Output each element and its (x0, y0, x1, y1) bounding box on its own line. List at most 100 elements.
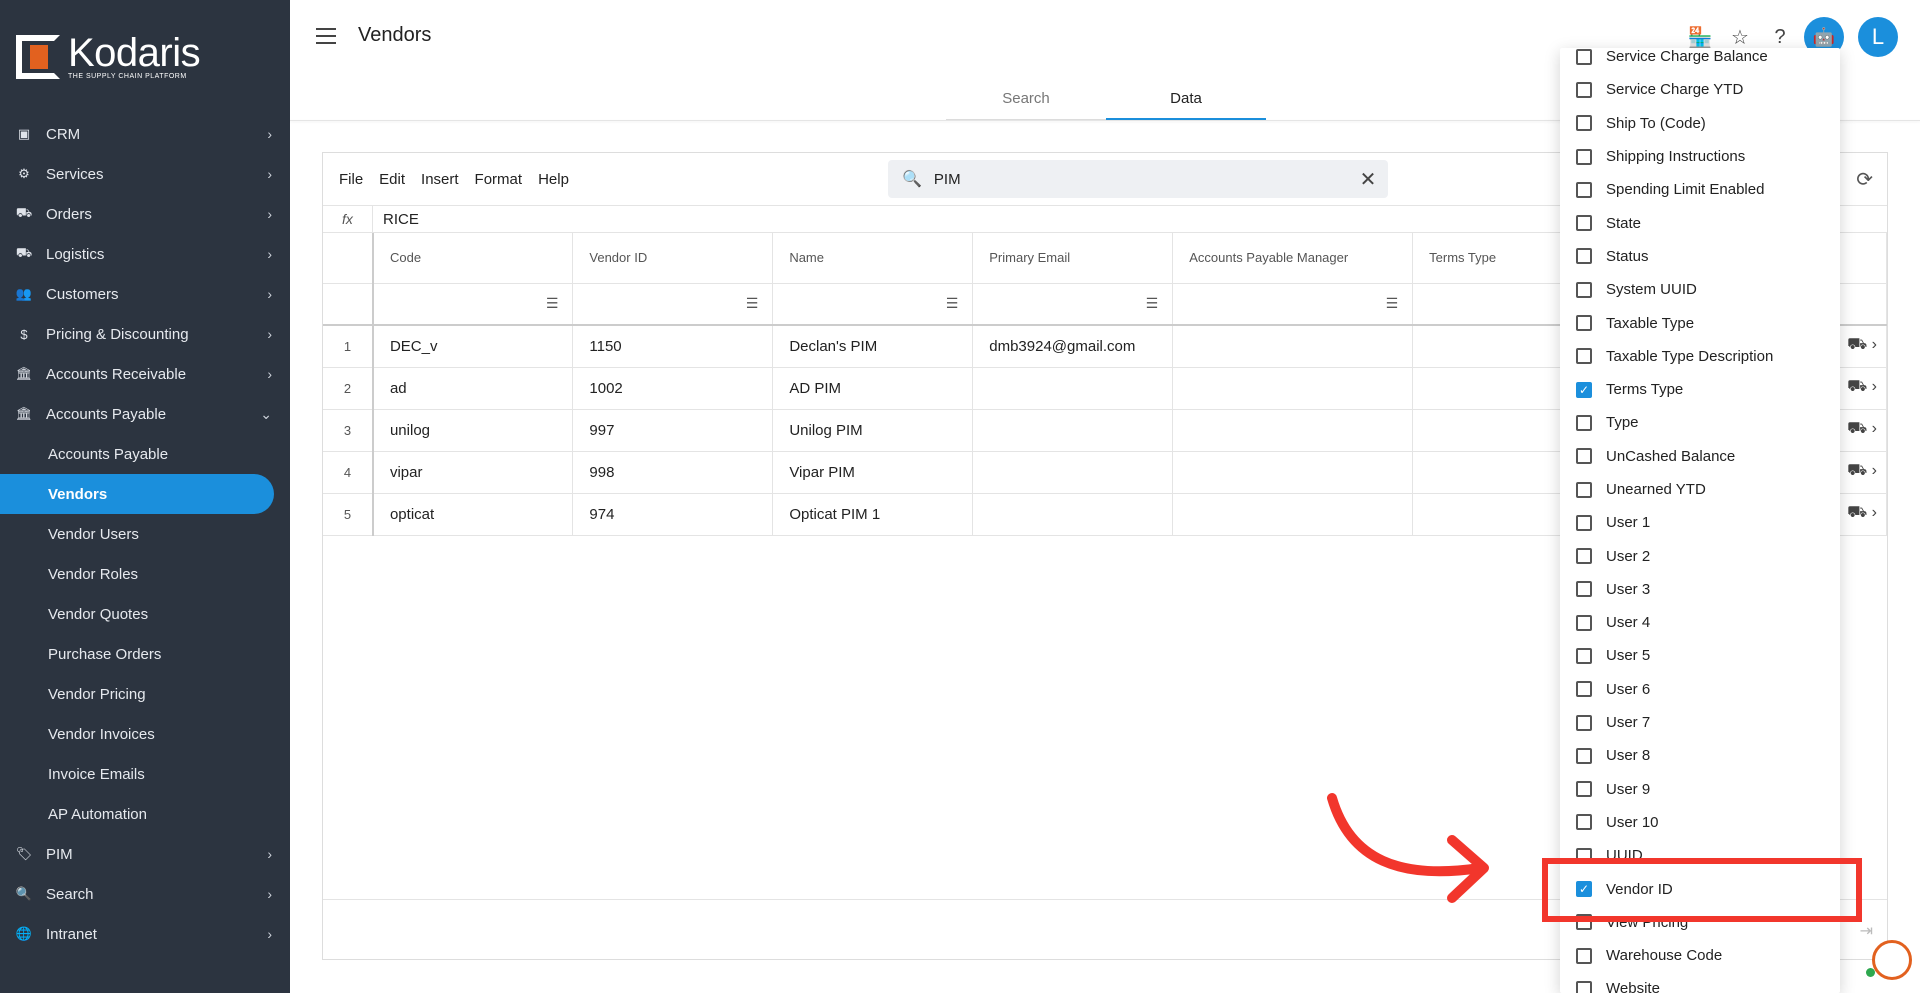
column-option[interactable]: Service Charge Balance (1560, 48, 1840, 73)
filter-cell[interactable]: ☰ (972, 283, 1174, 326)
column-option[interactable]: Taxable Type (1560, 306, 1840, 339)
cell-ap-manager[interactable] (1172, 493, 1414, 536)
checkbox[interactable] (1576, 148, 1592, 165)
column-option[interactable]: User 9 (1560, 773, 1840, 806)
cell-code[interactable]: ad (372, 367, 574, 410)
chevron-right-icon[interactable]: › (1872, 420, 1877, 438)
checkbox[interactable] (1576, 315, 1592, 332)
filter-cell[interactable]: ☰ (572, 283, 774, 326)
sidebar-item-pim[interactable]: 🏷 PIM › (0, 834, 290, 874)
cell-name[interactable]: Unilog PIM (772, 409, 974, 452)
chevron-right-icon[interactable]: › (1872, 378, 1877, 396)
sidebar-item-orders[interactable]: ⛟ Orders › (0, 194, 290, 234)
filter-cell[interactable]: ☰ (1172, 283, 1414, 326)
filter-icon[interactable]: ☰ (946, 295, 959, 311)
cell-name[interactable]: AD PIM (772, 367, 974, 410)
cell-code[interactable]: unilog (372, 409, 574, 452)
sidebar-item-intranet[interactable]: 🌐 Intranet › (0, 914, 290, 954)
corner-cell[interactable] (323, 233, 374, 284)
checkbox[interactable] (1576, 581, 1592, 598)
sidebar-subitem-vendor-pricing[interactable]: Vendor Pricing (0, 674, 290, 714)
menu-edit[interactable]: Edit (379, 171, 405, 188)
checkbox[interactable] (1576, 514, 1592, 531)
column-option[interactable]: State (1560, 206, 1840, 239)
sidebar-subitem-purchase-orders[interactable]: Purchase Orders (0, 634, 290, 674)
sidebar-item-pricing[interactable]: $ Pricing & Discounting › (0, 314, 290, 354)
checkbox[interactable] (1576, 781, 1592, 798)
column-option[interactable]: Unearned YTD (1560, 473, 1840, 506)
column-option[interactable]: Taxable Type Description (1560, 340, 1840, 373)
kodaris-logo[interactable]: Kodaris THE SUPPLY CHAIN PLATFORM (16, 33, 201, 80)
cell-name[interactable]: Vipar PIM (772, 451, 974, 494)
checkbox[interactable] (1576, 48, 1592, 65)
sidebar-item-accounts-payable[interactable]: 🏛 Accounts Payable ⌄ (0, 394, 290, 434)
checkbox[interactable] (1576, 248, 1592, 265)
filter-icon[interactable]: ☰ (546, 295, 559, 311)
ship-truck-icon[interactable]: ⛟ (1847, 377, 1867, 397)
tab-data[interactable]: Data (1106, 78, 1266, 120)
column-header-vendor-id[interactable]: Vendor ID (572, 233, 774, 284)
chevron-right-icon[interactable]: › (1872, 336, 1877, 354)
sidebar-item-accounts-receivable[interactable]: 🏛 Accounts Receivable › (0, 354, 290, 394)
sidebar-subitem-accounts-payable[interactable]: Accounts Payable (0, 434, 290, 474)
column-option[interactable]: User 5 (1560, 639, 1840, 672)
column-option[interactable]: ✓ Terms Type (1560, 373, 1840, 406)
sidebar-item-services[interactable]: ⚙ Services › (0, 154, 290, 194)
ship-truck-icon[interactable]: ⛟ (1847, 419, 1867, 439)
column-header-name[interactable]: Name (772, 233, 974, 284)
filter-cell[interactable]: ☰ (372, 283, 574, 326)
column-option[interactable]: User 2 (1560, 539, 1840, 572)
last-page-icon[interactable]: ⇥ (1860, 921, 1873, 941)
cell-vendor-id[interactable]: 1150 (572, 325, 774, 368)
sidebar-item-customers[interactable]: 👥 Customers › (0, 274, 290, 314)
column-option[interactable]: Service Charge YTD (1560, 73, 1840, 106)
checkbox[interactable] (1576, 947, 1592, 964)
filter-icon[interactable]: ☰ (1146, 295, 1159, 311)
filter-icon[interactable]: ☰ (1386, 295, 1399, 311)
formula-input[interactable]: RICE (373, 211, 419, 228)
column-option[interactable]: Shipping Instructions (1560, 140, 1840, 173)
checkbox[interactable] (1576, 481, 1592, 498)
column-option[interactable]: User 4 (1560, 606, 1840, 639)
cell-vendor-id[interactable]: 974 (572, 493, 774, 536)
cell-vendor-id[interactable]: 997 (572, 409, 774, 452)
sidebar-item-crm[interactable]: ▣ CRM › (0, 114, 290, 154)
sidebar-item-logistics[interactable]: ⛟ Logistics › (0, 234, 290, 274)
column-option[interactable]: Spending Limit Enabled (1560, 173, 1840, 206)
column-header-primary-email[interactable]: Primary Email (972, 233, 1174, 284)
cell-primary-email[interactable] (972, 451, 1174, 494)
checkbox[interactable] (1576, 714, 1592, 731)
cell-code[interactable]: vipar (372, 451, 574, 494)
checkbox[interactable] (1576, 814, 1592, 831)
menu-format[interactable]: Format (475, 171, 523, 188)
sidebar-item-search[interactable]: 🔍 Search › (0, 874, 290, 914)
checkbox[interactable] (1576, 115, 1592, 132)
chevron-right-icon[interactable]: › (1872, 504, 1877, 522)
chat-support-icon[interactable] (1872, 940, 1912, 980)
cell-code[interactable]: opticat (372, 493, 574, 536)
column-option[interactable]: User 6 (1560, 673, 1840, 706)
cell-ap-manager[interactable] (1172, 409, 1414, 452)
cell-name[interactable]: Opticat PIM 1 (772, 493, 974, 536)
ship-truck-icon[interactable]: ⛟ (1847, 335, 1867, 355)
menu-file[interactable]: File (339, 171, 363, 188)
cell-primary-email[interactable] (972, 493, 1174, 536)
column-option[interactable]: User 7 (1560, 706, 1840, 739)
column-option[interactable]: Status (1560, 240, 1840, 273)
column-option[interactable]: Warehouse Code (1560, 939, 1840, 972)
checkbox[interactable] (1576, 747, 1592, 764)
filter-icon[interactable]: ☰ (746, 295, 759, 311)
sidebar-subitem-vendors[interactable]: Vendors (0, 474, 274, 514)
chevron-right-icon[interactable]: › (1872, 462, 1877, 480)
avatar[interactable]: L (1858, 17, 1898, 57)
column-option[interactable]: System UUID (1560, 273, 1840, 306)
cell-code[interactable]: DEC_v (372, 325, 574, 368)
column-option[interactable]: User 3 (1560, 573, 1840, 606)
checkbox[interactable] (1576, 448, 1592, 465)
sidebar-subitem-invoice-emails[interactable]: Invoice Emails (0, 754, 290, 794)
cell-primary-email[interactable] (972, 367, 1174, 410)
hamburger-menu-icon[interactable] (316, 28, 336, 44)
cell-ap-manager[interactable] (1172, 367, 1414, 410)
ship-truck-icon[interactable]: ⛟ (1847, 461, 1867, 481)
checkbox[interactable] (1576, 548, 1592, 565)
